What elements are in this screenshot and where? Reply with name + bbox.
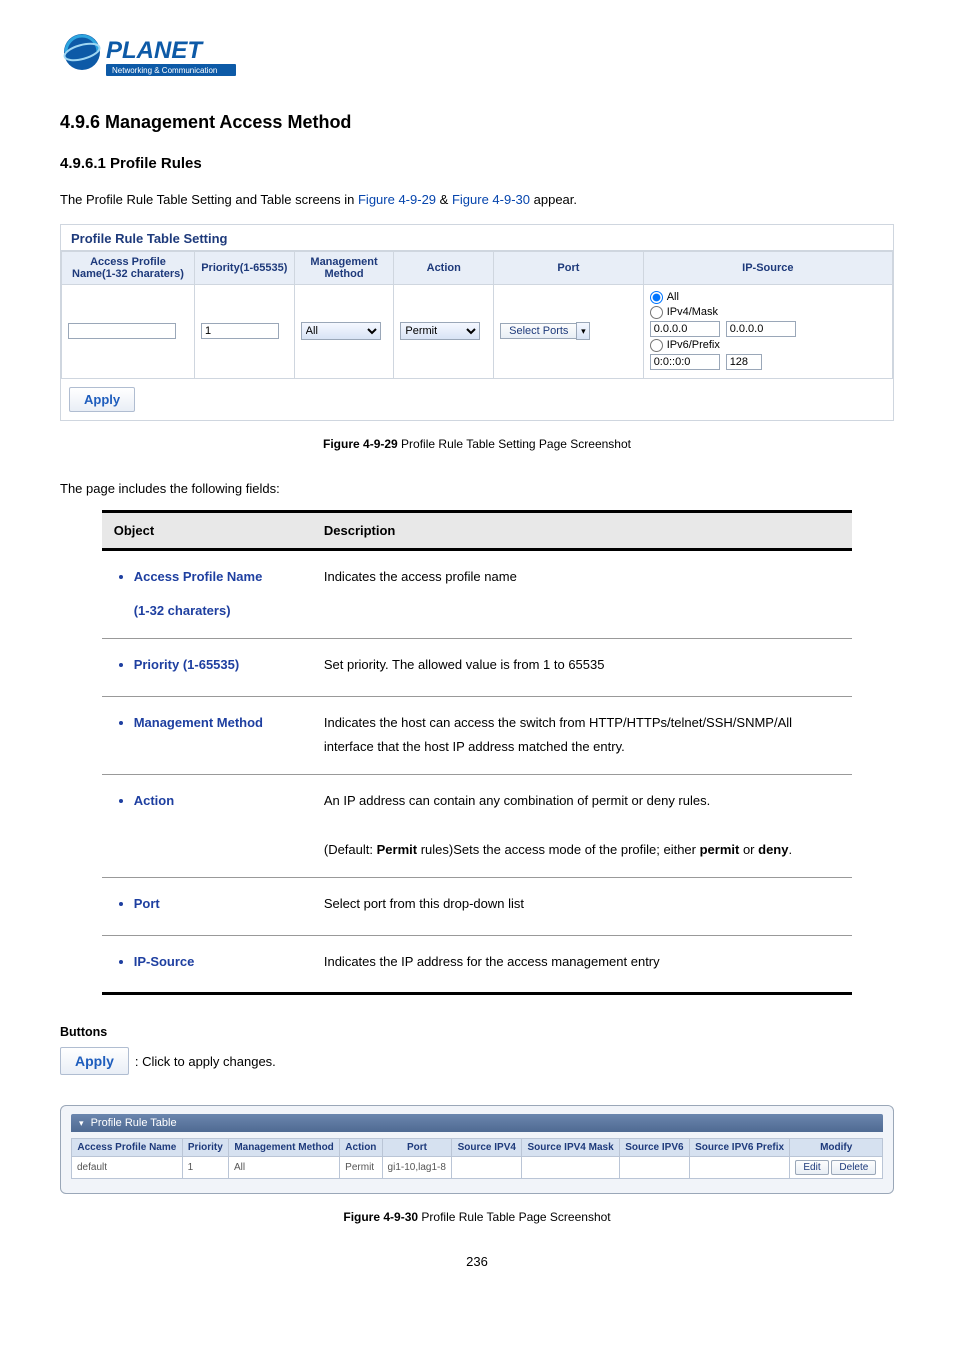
result-th: Priority (182, 1139, 228, 1157)
desc-object: IP-Source (134, 950, 300, 975)
cell-sipv4m (522, 1157, 620, 1179)
panel-title: Profile Rule Table Setting (61, 225, 893, 251)
description-table: Object Description Access Profile Name(1… (102, 510, 853, 996)
delete-button[interactable]: Delete (831, 1160, 876, 1175)
ipv6-addr-input[interactable] (650, 354, 720, 370)
desc-object-cell: Access Profile Name(1-32 charaters) (102, 549, 312, 638)
ip-v6prefix-label: IPv6/Prefix (667, 339, 720, 351)
cell-priority: 1 (182, 1157, 228, 1179)
ipv6-prefix-input[interactable] (726, 354, 762, 370)
apply-description-text: : Click to apply changes. (135, 1054, 276, 1069)
ip-v4mask-radio[interactable] (650, 306, 663, 319)
select-ports-button[interactable]: Select Ports (500, 323, 577, 339)
figure-link-2[interactable]: Figure 4-9-30 (452, 192, 530, 207)
brand-logo: PLANET Networking & Communication (60, 30, 894, 88)
ip-v6prefix-radio[interactable] (650, 339, 663, 352)
desc-object: Port (134, 892, 300, 917)
figure-link-1[interactable]: Figure 4-9-29 (358, 192, 436, 207)
desc-text-cell: Select port from this drop-down list (312, 878, 852, 936)
desc-text-cell: Indicates the IP address for the access … (312, 935, 852, 994)
result-th: Source IPV6 Prefix (689, 1139, 790, 1157)
priority-input[interactable] (201, 323, 279, 339)
intro-mid: & (440, 192, 452, 207)
profile-rule-setting-panel: Profile Rule Table Setting Access Profil… (60, 224, 894, 421)
cell-name: default (72, 1157, 183, 1179)
cell-sipv6 (619, 1157, 689, 1179)
subsection-heading: 4.9.6.1 Profile Rules (60, 155, 894, 172)
cell-port: gi1-10,lag1-8 (382, 1157, 452, 1179)
edit-button[interactable]: Edit (795, 1160, 828, 1175)
ipv4-addr-input[interactable] (650, 321, 720, 337)
panel2-header[interactable]: ▾ Profile Rule Table (71, 1114, 883, 1132)
desc-text-cell: Indicates the access profile name (312, 549, 852, 638)
desc-object-cell: Action (102, 774, 312, 877)
table-row: default 1 All Permit gi1-10,lag1-8 Edit … (72, 1157, 883, 1179)
setting-row: All Permit Select Ports▾ All (62, 284, 893, 378)
cell-sipv6p (689, 1157, 790, 1179)
intro-prefix: The Profile Rule Table Setting and Table… (60, 192, 358, 207)
desc-object-cell: Management Method (102, 696, 312, 774)
cell-method: All (228, 1157, 339, 1179)
apply-button-sample[interactable]: Apply (60, 1047, 129, 1075)
result-table: Access Profile NamePriorityManagement Me… (71, 1138, 883, 1179)
ip-v4mask-label: IPv4/Mask (667, 306, 718, 318)
cell-sipv4 (452, 1157, 522, 1179)
fields-intro: The page includes the following fields: (60, 481, 894, 496)
desc-object-cell: Priority (1-65535) (102, 638, 312, 696)
desc-object: Priority (1-65535) (134, 653, 300, 678)
profile-rule-table-panel: ▾ Profile Rule Table Access Profile Name… (60, 1105, 894, 1194)
svg-text:Networking & Communication: Networking & Communication (112, 66, 217, 75)
desc-object: Access Profile Name (134, 565, 300, 590)
th-ipsource: IP-Source (643, 251, 892, 284)
method-select[interactable]: All (301, 322, 381, 340)
figure-caption-2: Figure 4-9-30 Profile Rule Table Page Sc… (60, 1210, 894, 1224)
chevron-down-icon[interactable]: ▾ (576, 322, 590, 340)
desc-th-object: Object (102, 511, 312, 549)
desc-object: Action (134, 789, 300, 814)
result-th: Source IPV4 (452, 1139, 522, 1157)
desc-text-cell: Indicates the host can access the switch… (312, 696, 852, 774)
desc-text-cell: Set priority. The allowed value is from … (312, 638, 852, 696)
desc-object-cell: Port (102, 878, 312, 936)
section-heading: 4.9.6 Management Access Method (60, 112, 894, 133)
setting-table: Access Profile Name(1-32 charaters) Prio… (61, 251, 893, 379)
action-select[interactable]: Permit (400, 322, 480, 340)
th-action: Action (394, 251, 494, 284)
page-number: 236 (60, 1254, 894, 1269)
result-th: Source IPV6 (619, 1139, 689, 1157)
apply-button[interactable]: Apply (69, 387, 135, 412)
figure-caption-1: Figure 4-9-29 Profile Rule Table Setting… (60, 437, 894, 451)
th-priority: Priority(1-65535) (194, 251, 294, 284)
ipsource-cell: All IPv4/Mask IPv6/Prefix (643, 284, 892, 378)
svg-text:PLANET: PLANET (106, 37, 204, 64)
cell-action: Permit (340, 1157, 382, 1179)
intro-suffix: appear. (534, 192, 577, 207)
panel2-title: Profile Rule Table (91, 1117, 177, 1129)
ipv4-mask-input[interactable] (726, 321, 796, 337)
profile-name-input[interactable] (68, 323, 176, 339)
result-th: Port (382, 1139, 452, 1157)
apply-description-row: Apply : Click to apply changes. (60, 1047, 894, 1075)
result-th: Action (340, 1139, 382, 1157)
ip-all-label: All (667, 291, 679, 303)
result-th: Access Profile Name (72, 1139, 183, 1157)
planet-logo-icon: PLANET Networking & Communication (60, 30, 250, 88)
desc-object-cell: IP-Source (102, 935, 312, 994)
desc-text-cell: An IP address can contain any combinatio… (312, 774, 852, 877)
result-th: Source IPV4 Mask (522, 1139, 620, 1157)
intro-paragraph: The Profile Rule Table Setting and Table… (60, 190, 894, 210)
cell-modify: Edit Delete (790, 1157, 883, 1179)
th-name: Access Profile Name(1-32 charaters) (62, 251, 195, 284)
desc-object: Management Method (134, 711, 300, 736)
result-th: Modify (790, 1139, 883, 1157)
th-method: Management Method (294, 251, 394, 284)
result-th: Management Method (228, 1139, 339, 1157)
chevron-down-icon: ▾ (79, 1118, 84, 1128)
desc-th-desc: Description (312, 511, 852, 549)
buttons-heading: Buttons (60, 1025, 894, 1039)
th-port: Port (494, 251, 644, 284)
ip-all-radio[interactable] (650, 291, 663, 304)
